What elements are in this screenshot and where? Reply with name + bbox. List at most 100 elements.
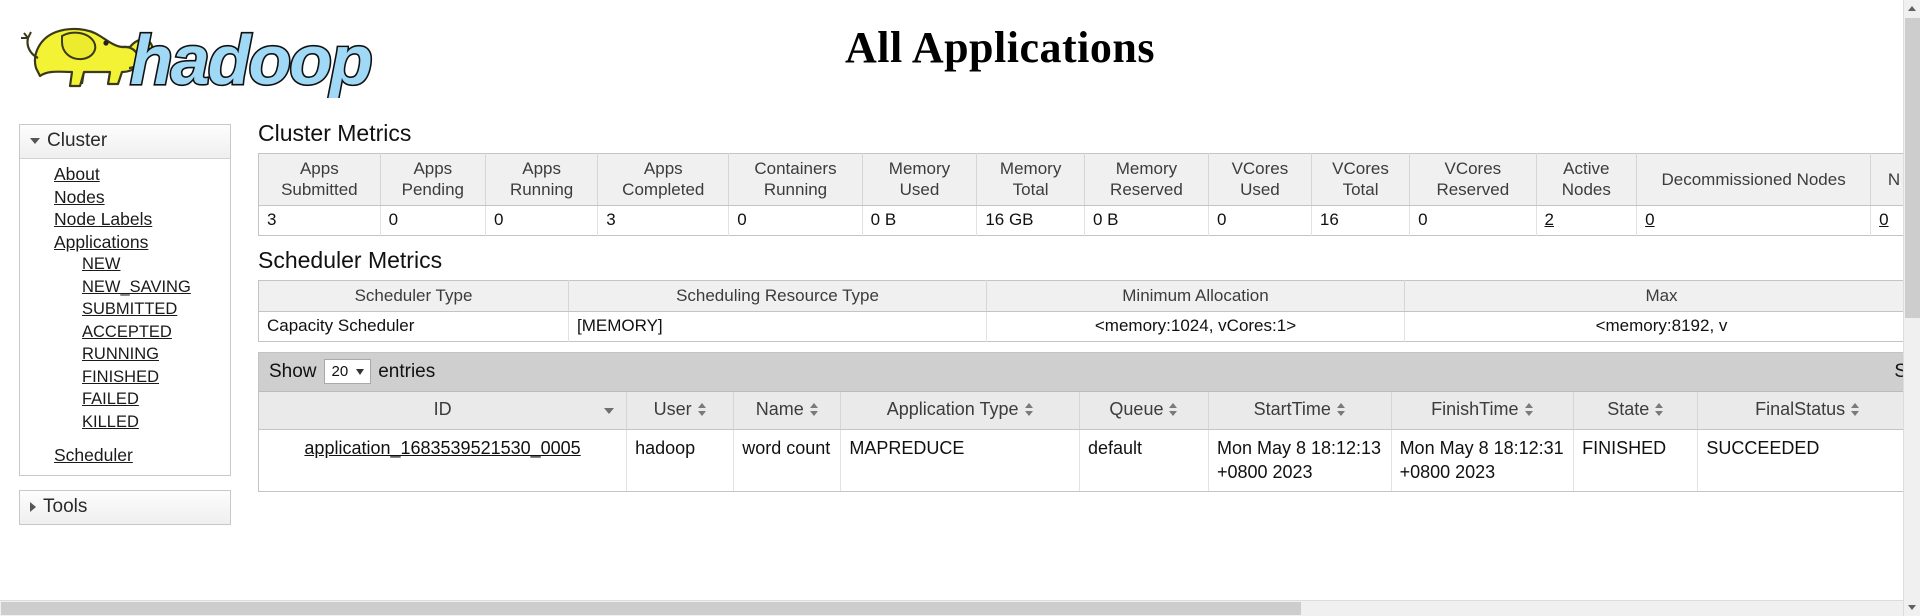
th-queue-label: Queue [1109,399,1164,419]
th-state[interactable]: State [1573,392,1698,430]
val-decommissioned-nodes[interactable]: 0 [1636,205,1871,236]
applications-header-row: ID User Name Application Type Queue Star… [259,392,1917,430]
cell-application-id[interactable]: application_1683539521530_0005 [259,429,627,491]
val-vcores-used: 0 [1207,205,1312,236]
val-active-nodes[interactable]: 2 [1535,205,1637,236]
col-vcores-total: VCores Total [1310,153,1410,206]
col-vcores-used: VCores Used [1207,153,1312,206]
th-queue[interactable]: Queue [1078,392,1209,430]
th-start-time[interactable]: StartTime [1207,392,1392,430]
chevron-down-icon [356,369,365,375]
horizontal-scrollbar[interactable] [0,600,1903,616]
val-vcores-reserved: 0 [1409,205,1536,236]
col-memory-reserved: Memory Reserved [1083,153,1209,206]
page-size-value: 20 [331,363,349,380]
hadoop-logo[interactable]: hadoop [18,6,398,98]
cell-name: word count [733,429,841,491]
th-state-label: State [1607,399,1650,419]
val-apps-submitted: 3 [267,210,277,229]
sidebar-item-applications[interactable]: Applications [20,231,230,254]
applications-toolbar: Show 20 entries S [259,353,1917,392]
sidebar-item-submitted[interactable]: SUBMITTED [20,298,230,321]
truncated-nodes-link[interactable]: 0 [1879,210,1888,229]
th-application-type-label: Application Type [886,399,1019,419]
applications-panel: Show 20 entries S ID User Name Applicati… [258,352,1918,492]
col-minimum-allocation: Minimum Allocation [986,280,1405,312]
sidebar-item-accepted[interactable]: ACCEPTED [20,321,230,344]
col-containers-running: Containers Running [728,153,863,206]
page-root: hadoop All Applications Cluster About No… [0,0,1920,616]
scroll-down-arrow-icon[interactable] [1904,599,1920,616]
vertical-scrollbar[interactable] [1903,0,1920,616]
th-id[interactable]: ID [259,392,627,430]
sort-both-icon [1024,402,1034,417]
col-maximum-allocation: Max [1404,280,1919,312]
sidebar-item-about[interactable]: About [20,163,230,186]
th-finish-time-label: FinishTime [1431,399,1519,419]
cluster-metrics-header-row: Apps Submitted Apps Pending Apps Running… [258,153,1918,206]
sidebar-item-new-saving[interactable]: NEW_SAVING [20,276,230,299]
col-memory-total: Memory Total [976,153,1085,206]
sort-both-icon [1655,402,1664,417]
cell-queue: default [1078,429,1209,491]
th-id-label: ID [433,399,452,419]
sidebar-item-node-labels[interactable]: Node Labels [20,208,230,231]
val-apps-pending: 0 [379,205,486,236]
sidebar-tools-label: Tools [43,495,88,517]
th-application-type[interactable]: Application Type [840,392,1080,430]
val-memory-used: 0 B [861,205,977,236]
sidebar-cluster-body: About Nodes Node Labels Applications NEW… [20,159,230,475]
col-scheduling-resource-type: Scheduling Resource Type [568,280,987,312]
sidebar-item-scheduler[interactable]: Scheduler [20,444,230,467]
scheduler-metrics-data-row: Capacity Scheduler [MEMORY] <memory:1024… [259,311,1919,342]
th-name[interactable]: Name [733,392,841,430]
main-content: Cluster Metrics Apps Submitted Apps Pend… [258,120,1919,492]
sidebar-cluster-header[interactable]: Cluster [20,125,230,159]
scheduler-metrics-table: Scheduler Type Scheduling Resource Type … [258,280,1919,342]
cell-user: hadoop [626,429,734,491]
cell-application-type: MAPREDUCE [840,429,1080,491]
val-vcores-total: 16 [1310,205,1410,236]
sort-both-icon [1851,402,1860,417]
decommissioned-nodes-link[interactable]: 0 [1645,210,1654,229]
active-nodes-link[interactable]: 2 [1545,210,1554,229]
page-title: All Applications [845,23,1155,72]
sidebar: Cluster About Nodes Node Labels Applicat… [19,124,231,525]
cluster-metrics-data-row: 3 0 0 3 0 0 B 16 GB 0 B 0 16 0 2 0 0 [259,205,1918,236]
sort-both-icon [1524,402,1534,417]
scheduler-metrics-header-row: Scheduler Type Scheduling Resource Type … [258,280,1919,312]
sort-both-icon [1336,402,1346,417]
horizontal-scroll-thumb[interactable] [1,602,1301,615]
sidebar-item-failed[interactable]: FAILED [20,388,230,411]
sort-both-icon [809,402,819,417]
sidebar-item-nodes[interactable]: Nodes [20,186,230,209]
val-apps-running: 0 [484,205,598,236]
val-scheduler-type: Capacity Scheduler [267,316,415,335]
val-maximum-allocation: <memory:8192, v [1404,311,1919,342]
sidebar-item-finished[interactable]: FINISHED [20,366,230,389]
show-label: Show [269,360,317,382]
col-apps-running: Apps Running [484,153,598,206]
page-size-select[interactable]: 20 [323,359,372,384]
scroll-up-arrow-icon[interactable] [1904,0,1920,17]
sidebar-item-killed[interactable]: KILLED [20,411,230,434]
svg-text:hadoop: hadoop [130,21,371,98]
applications-table: ID User Name Application Type Queue Star… [259,392,1917,491]
th-user[interactable]: User [626,392,734,430]
th-final-status[interactable]: FinalStatus [1697,392,1917,430]
vertical-scroll-thumb[interactable] [1905,18,1920,318]
val-minimum-allocation: <memory:1024, vCores:1> [986,311,1405,342]
val-scheduling-resource-type: [MEMORY] [568,311,987,342]
th-finish-time[interactable]: FinishTime [1390,392,1574,430]
cluster-metrics-table: Apps Submitted Apps Pending Apps Running… [258,153,1918,236]
sidebar-tools-panel[interactable]: Tools [19,489,231,525]
sort-desc-icon [604,408,615,414]
sidebar-tools-header[interactable]: Tools [20,490,230,524]
sidebar-item-new[interactable]: NEW [20,253,230,276]
sidebar-item-running[interactable]: RUNNING [20,343,230,366]
th-final-status-label: FinalStatus [1755,399,1846,419]
chevron-right-icon [30,501,36,512]
application-id-link[interactable]: application_1683539521530_0005 [304,438,580,458]
cell-finish-time: Mon May 8 18:12:31 +0800 2023 [1390,429,1574,491]
